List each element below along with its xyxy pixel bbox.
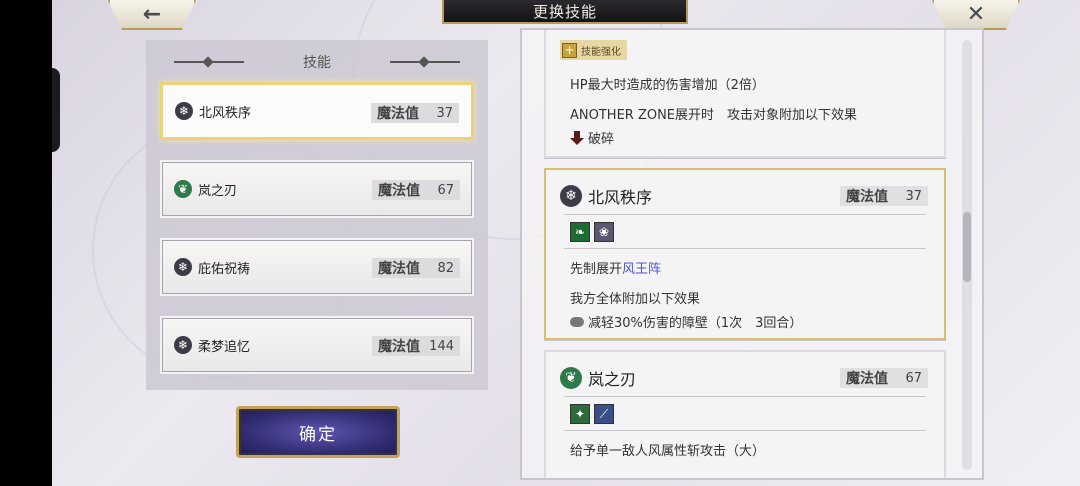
card-title: 岚之刃	[588, 370, 637, 389]
skill-detail-card: ❄ 北风秩序 魔法值 37 ❧ ❀ 先制展开风王阵 我方全体附加以下效果 减轻3…	[544, 168, 946, 340]
back-arrow-icon: ←	[142, 1, 162, 27]
effect-line: 破碎	[570, 128, 614, 147]
close-icon: ✕	[966, 1, 986, 27]
skill-list-title: 技能	[303, 55, 331, 71]
slash-icon: ⟋	[594, 404, 614, 424]
mp-label: 魔法值	[846, 371, 888, 387]
skill-detail-card: ❦ 岚之刃 魔法值 67 ✦ ⟋ 给予单一敌人风属性斩攻击（大）	[544, 350, 946, 478]
close-button[interactable]: ✕	[932, 0, 1020, 30]
mp-label: 魔法值	[377, 106, 419, 122]
mp-cost: 魔法值 37	[840, 186, 928, 206]
skill-detail-panel[interactable]: + 技能强化 HP最大时造成的伤害增加（2倍） ANOTHER ZONE展开时 …	[520, 28, 984, 480]
divider	[564, 396, 926, 397]
snowflake-icon: ❄	[174, 336, 192, 354]
mp-value: 67	[905, 370, 922, 386]
mp-cost: 魔法值 37	[371, 103, 459, 123]
leaf-icon: ❦	[560, 367, 582, 389]
wind-king-formation-link[interactable]: 风王阵	[622, 262, 661, 277]
card-title: 北风秩序	[588, 188, 653, 207]
mp-value: 37	[436, 105, 453, 121]
skill-item-north-wind-order[interactable]: ❄ 北风秩序 魔法值 37	[160, 82, 474, 140]
effect-text: 减轻30%伤害的障壁（1次 3回合）	[588, 316, 803, 331]
mp-label: 魔法值	[378, 261, 420, 277]
mp-label: 魔法值	[378, 339, 420, 355]
ornament-left	[174, 61, 244, 63]
snowflake-icon: ❄	[560, 185, 582, 207]
down-arrow-icon	[570, 131, 584, 145]
mp-cost: 魔法值 144	[372, 336, 460, 356]
skill-item-blessing-prayer[interactable]: ❄ 庇佑祝祷 魔法值 82	[160, 238, 474, 296]
mp-value: 82	[437, 260, 454, 276]
wind-attribute-icon: ❧	[570, 222, 590, 242]
mp-cost: 魔法值 67	[840, 368, 928, 388]
effect-line: 给予单一敌人风属性斩攻击（大）	[570, 444, 766, 459]
divider	[564, 248, 926, 249]
mp-cost: 魔法值 82	[372, 258, 460, 278]
skill-name: 庇佑祝祷	[198, 261, 251, 277]
effect-line: ANOTHER ZONE展开时 攻击对象附加以下效果	[570, 108, 858, 123]
effect-text: 破碎	[588, 132, 615, 147]
leaf-icon: ❦	[174, 180, 192, 198]
mp-label: 魔法值	[846, 189, 888, 205]
skill-change-screen: ← 更换技能 ✕ 技能 ❄ 北风秩序 魔法值 37 ❦ 岚之刃 魔法值 67 ❄…	[52, 0, 1080, 486]
skill-enhance-card: + 技能强化 HP最大时造成的伤害增加（2倍） ANOTHER ZONE展开时 …	[544, 30, 946, 158]
skill-enhance-tag: + 技能强化	[560, 40, 627, 60]
mp-value: 67	[437, 182, 454, 198]
skill-list-panel: 技能 ❄ 北风秩序 魔法值 37 ❦ 岚之刃 魔法值 67 ❄ 庇佑祝祷 魔法值	[146, 40, 488, 390]
divider	[564, 214, 926, 215]
skill-item-storm-blade[interactable]: ❦ 岚之刃 魔法值 67	[160, 160, 474, 218]
scroll-thumb[interactable]	[963, 212, 971, 282]
mp-value: 37	[905, 188, 922, 204]
effect-line: 减轻30%伤害的障壁（1次 3回合）	[570, 312, 802, 331]
buff-icon: ❀	[594, 222, 614, 242]
mp-value: 144	[429, 338, 454, 354]
effect-text: 先制展开	[570, 262, 623, 277]
effect-line: 我方全体附加以下效果	[570, 292, 701, 307]
skill-item-soft-dream-memory[interactable]: ❄ 柔梦追忆 魔法值 144	[160, 316, 474, 374]
confirm-button[interactable]: 确定	[236, 406, 400, 458]
divider	[564, 430, 926, 431]
screen-notch	[52, 68, 60, 152]
mp-cost: 魔法值 67	[372, 180, 460, 200]
tag-label: 技能强化	[581, 46, 621, 58]
detail-scrollbar[interactable]	[962, 40, 972, 470]
attack-icon: ✦	[570, 404, 590, 424]
skill-name: 柔梦追忆	[198, 339, 251, 355]
snowflake-icon: ❄	[175, 102, 193, 120]
plus-icon: +	[562, 42, 577, 58]
card-header: ❄ 北风秩序 魔法值 37	[560, 184, 936, 208]
barrier-icon	[570, 317, 584, 327]
snowflake-icon: ❄	[174, 258, 192, 276]
card-header: ❦ 岚之刃 魔法值 67	[560, 366, 936, 390]
skill-name: 北风秩序	[199, 105, 252, 121]
back-button[interactable]: ←	[108, 0, 196, 30]
effect-line: 先制展开风王阵	[570, 258, 661, 277]
page-title: 更换技能	[442, 0, 688, 24]
skill-list-header: 技能	[146, 52, 488, 72]
skill-name: 岚之刃	[198, 183, 238, 199]
ornament-right	[390, 61, 460, 63]
effect-line: HP最大时造成的伤害增加（2倍）	[570, 78, 765, 93]
mp-label: 魔法值	[378, 183, 420, 199]
